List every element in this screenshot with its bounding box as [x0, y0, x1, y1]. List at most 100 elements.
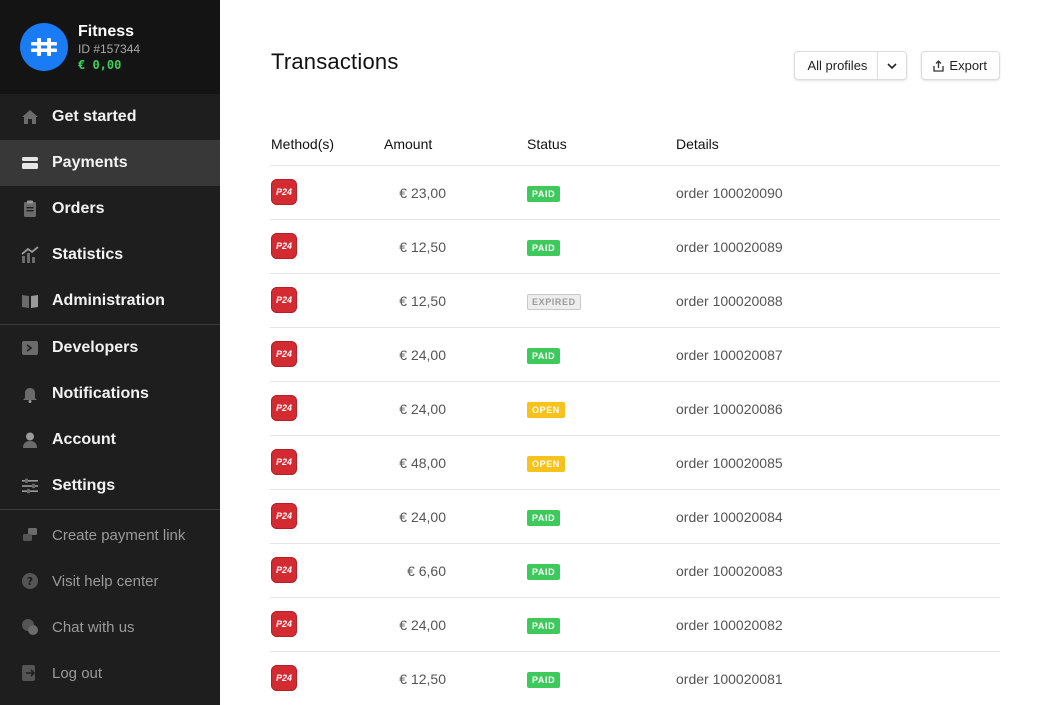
sidebar-item-label: Payments	[52, 154, 128, 171]
account-info: Fitness ID #157344 € 0,00	[78, 22, 140, 73]
sidebar-item-logout[interactable]: Log out	[0, 650, 220, 696]
column-header-method[interactable]: Method(s)	[270, 136, 384, 152]
table-row[interactable]: P24 € 6,60 PAID order 100020083	[270, 544, 1000, 598]
method-cell: P24	[270, 340, 384, 367]
developers-icon	[20, 338, 40, 358]
table-row[interactable]: P24 € 24,00 OPEN order 100020086	[270, 382, 1000, 436]
sidebar-item-statistics[interactable]: Statistics	[0, 232, 220, 278]
status-badge: PAID	[527, 509, 561, 526]
table-body: P24 € 23,00 PAID order 100020090 P24 € 12,50 P…	[270, 166, 1000, 705]
bell-icon	[20, 384, 40, 404]
method-cell: P24	[270, 502, 384, 529]
amount-value: € 24,00	[399, 400, 446, 417]
amount-value: € 24,00	[399, 346, 446, 363]
table-row[interactable]: P24 € 23,00 PAID order 100020090	[270, 166, 1000, 220]
details-cell: order 100020082	[676, 616, 783, 633]
column-header-amount[interactable]: Amount	[384, 136, 527, 152]
main-content: Transactions All profiles Export Method(…	[220, 0, 1050, 705]
p24-method-icon: P24	[271, 664, 297, 691]
table-row[interactable]: P24 € 12,50 EXPIRED order 100020088	[270, 274, 1000, 328]
amount-cell: € 6,60	[384, 563, 527, 579]
sidebar-item-developers[interactable]: Developers	[0, 325, 220, 371]
status-badge: OPEN	[527, 401, 565, 418]
sidebar-item-label: Log out	[52, 664, 103, 682]
sidebar-item-label: Developers	[52, 339, 139, 356]
column-header-status[interactable]: Status	[527, 136, 676, 152]
utility-nav: Create payment link ? Visit help center …	[0, 510, 220, 696]
profile-filter-value: All profiles	[795, 52, 879, 79]
details-cell: order 100020089	[676, 238, 783, 255]
method-cell: P24	[270, 664, 384, 691]
user-icon	[20, 430, 40, 450]
payment-link-icon	[20, 525, 40, 545]
table-row[interactable]: P24 € 12,50 PAID order 100020089	[270, 220, 1000, 274]
method-cell: P24	[270, 556, 384, 583]
p24-method-icon: P24	[271, 394, 297, 421]
method-label: P24	[275, 348, 292, 359]
method-cell: P24	[270, 232, 384, 259]
method-label: P24	[275, 618, 292, 629]
method-label: P24	[275, 240, 292, 251]
p24-method-icon: P24	[271, 556, 297, 583]
sidebar-item-orders[interactable]: Orders	[0, 186, 220, 232]
status-cell: PAID	[527, 670, 676, 688]
amount-value: € 6,60	[407, 562, 446, 579]
status-badge: PAID	[527, 347, 561, 364]
sidebar-item-label: Chat with us	[52, 618, 135, 636]
details-cell: order 100020087	[676, 346, 783, 363]
status-badge: OPEN	[527, 455, 565, 472]
status-badge: PAID	[527, 563, 561, 580]
status-cell: EXPIRED	[527, 292, 676, 310]
secondary-nav: Developers Notifications Account Setting…	[0, 325, 220, 510]
method-cell: P24	[270, 448, 384, 475]
column-header-details[interactable]: Details	[676, 136, 1000, 152]
profile-filter-dropdown[interactable]: All profiles	[794, 51, 908, 80]
table-row[interactable]: P24 € 12,50 PAID order 100020081	[270, 652, 1000, 705]
sidebar-item-account[interactable]: Account	[0, 417, 220, 463]
status-cell: PAID	[527, 184, 676, 202]
app-root: Fitness ID #157344 € 0,00 Get started Pa…	[0, 0, 1050, 705]
svg-text:?: ?	[27, 575, 33, 588]
sidebar-item-label: Visit help center	[52, 572, 159, 590]
sidebar-item-chat[interactable]: Chat with us	[0, 604, 220, 650]
status-cell: PAID	[527, 616, 676, 634]
sidebar-item-administration[interactable]: Administration	[0, 278, 220, 324]
table-row[interactable]: P24 € 24,00 PAID order 100020087	[270, 328, 1000, 382]
sidebar-item-get-started[interactable]: Get started	[0, 94, 220, 140]
account-switcher[interactable]: Fitness ID #157344 € 0,00	[0, 0, 220, 94]
chevron-down-icon[interactable]	[878, 52, 906, 79]
table-row[interactable]: P24 € 48,00 OPEN order 100020085	[270, 436, 1000, 490]
sidebar-item-create-payment-link[interactable]: Create payment link	[0, 512, 220, 558]
account-id: ID #157344	[78, 41, 141, 56]
export-button[interactable]: Export	[921, 51, 1000, 80]
p24-method-icon: P24	[271, 178, 297, 205]
status-cell: PAID	[527, 238, 676, 256]
status-cell: OPEN	[527, 454, 676, 472]
sidebar-item-label: Statistics	[52, 246, 124, 263]
sidebar-item-payments[interactable]: Payments	[0, 140, 220, 186]
method-label: P24	[275, 294, 292, 305]
sidebar-item-settings[interactable]: Settings	[0, 463, 220, 509]
page-title: Transactions	[271, 49, 399, 74]
orders-icon	[20, 199, 40, 219]
account-name: Fitness	[78, 22, 135, 40]
status-cell: PAID	[527, 562, 676, 580]
method-label: P24	[275, 402, 292, 413]
sidebar-item-label: Create payment link	[52, 526, 186, 544]
sidebar-item-help-center[interactable]: ? Visit help center	[0, 558, 220, 604]
sidebar-item-label: Settings	[52, 477, 116, 494]
status-badge: EXPIRED	[527, 293, 581, 310]
method-cell: P24	[270, 178, 384, 205]
sidebar-item-notifications[interactable]: Notifications	[0, 371, 220, 417]
status-cell: PAID	[527, 508, 676, 526]
statistics-icon	[20, 245, 40, 265]
sidebar-item-label: Get started	[52, 108, 137, 125]
details-cell: order 100020085	[676, 454, 783, 471]
chat-icon	[20, 617, 40, 637]
table-row[interactable]: P24 € 24,00 PAID order 100020084	[270, 490, 1000, 544]
table-row[interactable]: P24 € 24,00 PAID order 100020082	[270, 598, 1000, 652]
table-header: Method(s) Amount Status Details	[270, 122, 1000, 166]
p24-method-icon: P24	[271, 232, 297, 259]
method-cell: P24	[270, 610, 384, 637]
amount-value: € 12,50	[399, 292, 446, 309]
